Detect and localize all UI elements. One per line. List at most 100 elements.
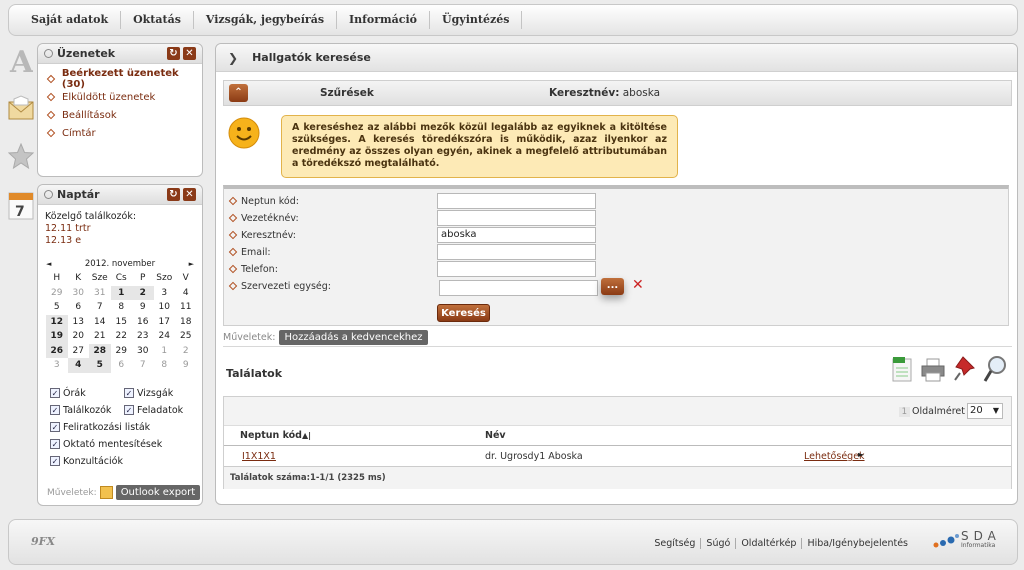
calendar-day[interactable]: 11 [175,300,197,315]
calendar-day[interactable]: 12 [46,314,68,329]
clear-icon[interactable]: ✕ [632,277,644,293]
options-link[interactable]: Lehetőségek [804,451,865,462]
star-icon[interactable] [8,141,34,171]
calendar-day[interactable]: 5 [46,300,68,315]
column-header-name[interactable]: Név [485,430,506,441]
outlook-export-button[interactable]: Outlook export [115,485,201,500]
menu-informacio[interactable]: Információ [337,11,431,29]
checkbox-feliratkozasi[interactable]: ✓ Feliratkozási listák [50,419,202,436]
calendar-icon[interactable]: 7 [8,190,34,220]
checkbox-orak[interactable]: ✓ Órák [50,385,124,402]
calendar-day[interactable]: 29 [46,286,68,301]
calendar-day[interactable]: 17 [154,315,176,330]
calendar-day[interactable]: 9 [175,358,197,373]
calendar-day[interactable]: 2 [175,344,197,359]
calendar-day[interactable]: 31 [89,286,111,301]
magnifier-icon[interactable] [983,355,1007,386]
calendar-day[interactable]: 23 [132,329,154,344]
email-input[interactable] [437,244,596,260]
calendar-day[interactable]: 15 [111,315,133,330]
menu-vizsgak[interactable]: Vizsgák, jegybeírás [194,11,338,29]
neptun-code-link[interactable]: I1X1X1 [242,451,276,462]
calendar-day[interactable]: 6 [111,358,133,373]
calendar-day[interactable]: 4 [67,358,89,373]
refresh-icon[interactable]: ↻ [167,47,180,60]
calendar-day[interactable]: 14 [89,315,111,330]
org-unit-input[interactable] [439,280,598,296]
calendar-day[interactable]: 3 [154,286,176,301]
calendar-day[interactable]: 22 [111,329,133,344]
checkbox-talalkozok[interactable]: ✓ Találkozók [50,402,124,419]
phone-input[interactable] [437,261,596,277]
calendar-day[interactable]: 10 [154,300,176,315]
calendar-day[interactable]: 4 [175,286,197,301]
checkbox-feladatok[interactable]: ✓ Feladatok [124,402,183,419]
neptun-code-input[interactable] [437,193,596,209]
calendar-day[interactable]: 16 [132,315,154,330]
messages-item-settings[interactable]: Beállítások [38,106,202,124]
calendar-day[interactable]: 18 [175,315,197,330]
excel-export-icon[interactable] [892,356,912,385]
calendar-day[interactable]: 29 [111,344,133,359]
footer-link-help[interactable]: Segítség [649,538,702,549]
weekday-header: Cs [115,273,127,284]
calendar-day[interactable]: 8 [111,300,133,315]
next-month-icon[interactable]: ► [189,260,194,268]
calendar-day[interactable]: 7 [132,358,154,373]
page-size-select[interactable]: 20 ▼ [967,403,1003,419]
close-icon[interactable]: ✕ [183,188,196,201]
calendar-day[interactable]: 25 [175,329,197,344]
firstname-input[interactable]: aboska [437,227,596,243]
messages-item-sent[interactable]: Elküldött üzenetek [38,88,202,106]
calendar-day[interactable]: 1 [154,344,176,359]
footer-link-sitemap[interactable]: Oldaltérkép [736,538,803,549]
surname-input[interactable] [437,210,596,226]
calendar-day[interactable]: 1 [110,285,132,300]
search-button[interactable]: Keresés [437,304,490,322]
add-favorite-button[interactable]: Hozzáadás a kedvencekhez [279,330,428,345]
calendar-day[interactable]: 28 [89,343,111,358]
messages-item-directory[interactable]: Címtár [38,124,202,142]
calendar-day[interactable]: 5 [89,358,111,373]
footer-link-manual[interactable]: Súgó [701,538,737,549]
calendar-day[interactable]: 24 [154,329,176,344]
brand-name: SDA [961,529,1001,543]
font-size-icon[interactable]: A [8,46,34,76]
checkbox-konzultaciok[interactable]: ✓ Konzultációk [50,453,202,470]
pin-icon[interactable] [954,355,976,384]
calendar-day[interactable]: 13 [68,315,90,330]
name-cell: dr. Ugrosdy1 Aboska [485,451,583,462]
org-unit-picker-button[interactable]: ... [601,278,624,295]
calendar-day[interactable]: 6 [68,300,90,315]
calendar-day[interactable]: 20 [68,329,90,344]
calendar-day[interactable]: 3 [46,358,68,373]
calendar-day[interactable]: 30 [132,344,154,359]
prev-month-icon[interactable]: ◄ [46,260,51,268]
calendar-day[interactable]: 30 [68,286,90,301]
calendar-day[interactable]: 2 [132,285,154,300]
refresh-icon[interactable]: ↻ [167,188,180,201]
calendar-day[interactable]: 8 [154,358,176,373]
menu-ugyintezes[interactable]: Ügyintézés [430,11,523,29]
upcoming-item[interactable]: 12.11 trtr [45,223,195,235]
column-header-neptun[interactable]: Neptun kód▲| [240,430,311,441]
checkbox-vizsgak[interactable]: ✓ Vizsgák [124,385,173,402]
page-number[interactable]: 1 [898,407,910,417]
collapse-filters-button[interactable]: ⌃ [229,84,248,102]
calendar-day[interactable]: 19 [46,329,68,344]
footer-link-bugreport[interactable]: Hiba/Igénybejelentés [802,538,913,549]
calendar-day[interactable]: 21 [89,329,111,344]
calendar-day[interactable]: 27 [68,344,90,359]
menu-oktatas[interactable]: Oktatás [121,11,194,29]
checkbox-oktato-mentesitesek[interactable]: ✓ Oktató mentesítések [50,436,202,453]
upcoming-item[interactable]: 12.13 e [45,235,195,247]
calendar-day[interactable]: 26 [46,343,68,358]
menu-sajat-adatok[interactable]: Saját adatok [19,11,122,29]
calendar-day[interactable]: 7 [89,300,111,315]
print-icon[interactable] [921,358,945,385]
table-header: Neptun kód▲| Név [224,426,1011,446]
messages-item-inbox[interactable]: Beérkezett üzenetek (30) [38,68,202,90]
calendar-day[interactable]: 9 [132,300,154,315]
close-icon[interactable]: ✕ [183,47,196,60]
envelope-icon[interactable] [8,93,34,123]
